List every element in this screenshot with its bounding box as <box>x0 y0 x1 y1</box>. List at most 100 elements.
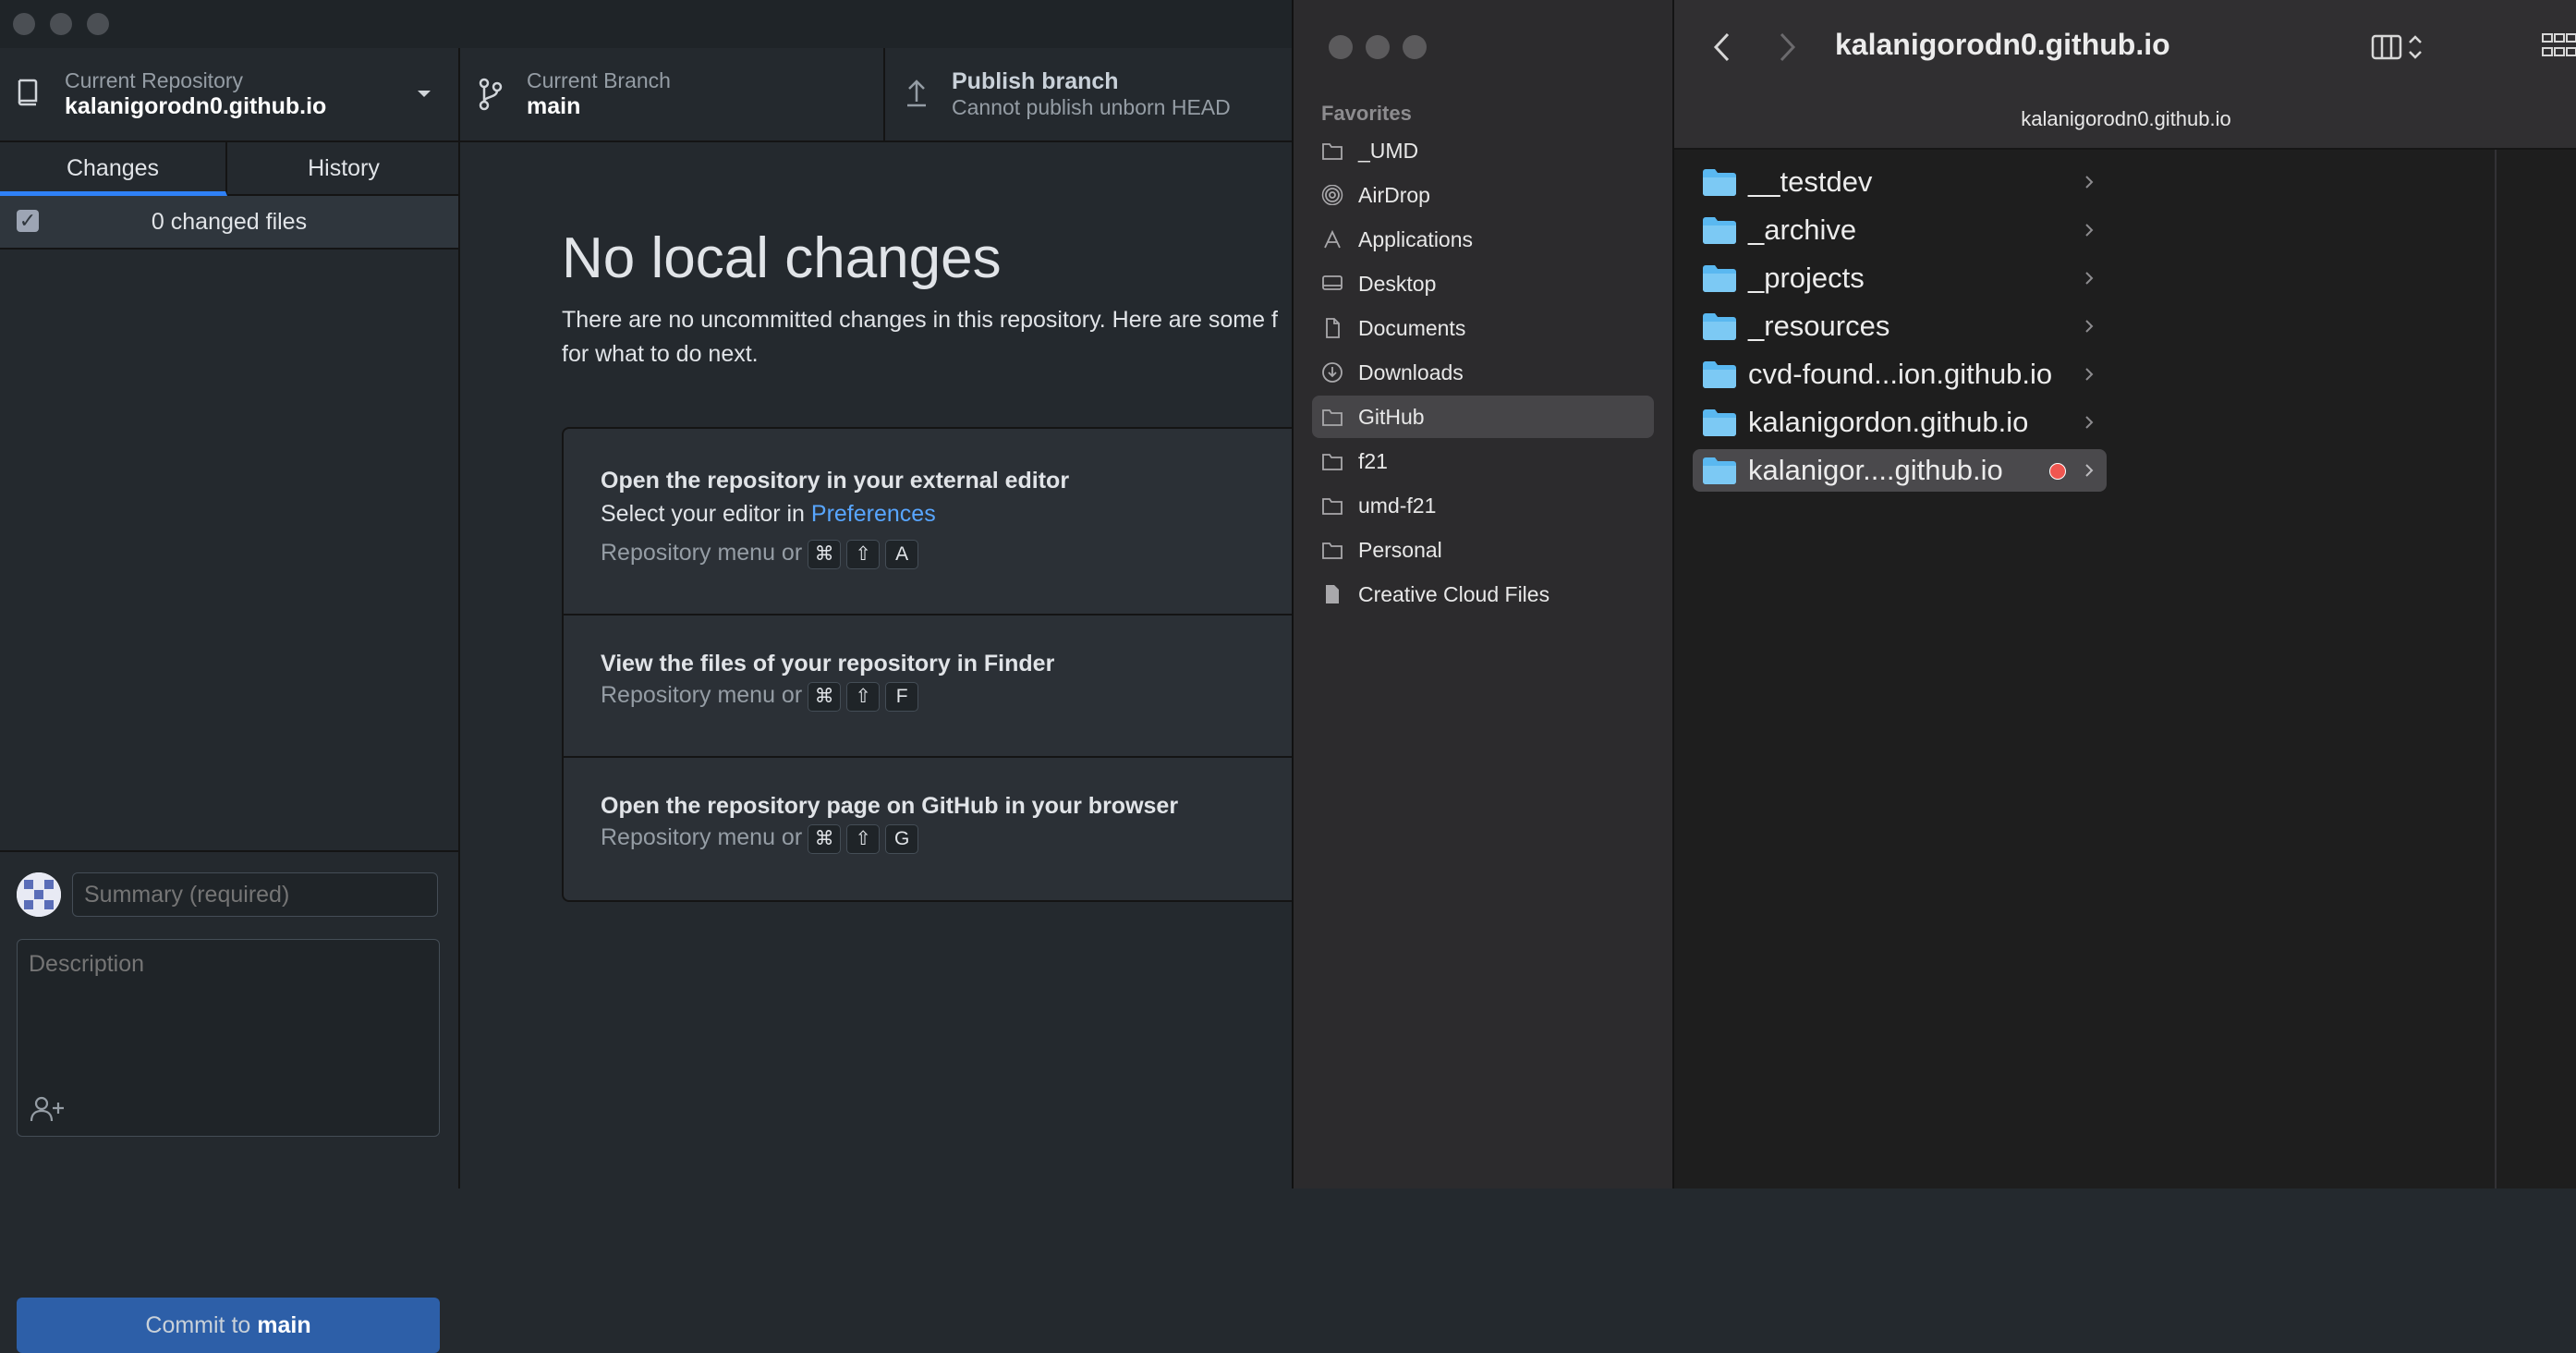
sidebar-item-applications[interactable]: Applications <box>1312 218 1654 261</box>
zoom-window-button[interactable] <box>87 13 109 35</box>
sidebar-item-downloads[interactable]: Downloads <box>1312 351 1654 394</box>
sidebar-item-label: umd-f21 <box>1358 494 1437 518</box>
commit-button-label: Commit to <box>145 1312 251 1338</box>
branch-name: main <box>527 93 581 119</box>
zoom-window-button[interactable] <box>1403 35 1427 59</box>
open-on-github-card[interactable]: Open the repository page on GitHub in yo… <box>564 758 1294 898</box>
shortcut-text: Repository menu or <box>601 540 803 566</box>
folder-name: _resources <box>1748 310 1890 342</box>
toolbar: Current Repository kalanigorodn0.github.… <box>0 48 1294 142</box>
close-window-button[interactable] <box>13 13 35 35</box>
forward-button[interactable] <box>1776 31 1798 63</box>
folder-icon <box>1703 361 1736 388</box>
page-title: No local changes <box>562 226 1002 290</box>
chevron-right-icon <box>2085 272 2094 285</box>
repository-label: Current Repository <box>65 68 244 92</box>
column-view-icon[interactable] <box>2371 31 2426 63</box>
description-box <box>17 939 440 1137</box>
folder-icon <box>1322 143 1343 160</box>
description-input[interactable] <box>18 940 439 1079</box>
letter-key: G <box>885 824 919 854</box>
list-item[interactable]: cvd-found...ion.github.io <box>1693 353 2107 396</box>
commit-button[interactable]: Commit to main <box>17 1298 440 1353</box>
folder-icon <box>1703 409 1736 436</box>
sidebar-item-personal[interactable]: Personal <box>1312 529 1654 571</box>
chevron-right-icon <box>2085 176 2094 189</box>
blank-slate: No local changes There are no uncommitte… <box>460 142 1294 1188</box>
letter-key: F <box>885 682 919 712</box>
finder-sidebar: Favorites _UMD AirDrop Applications Desk… <box>1294 0 1674 1188</box>
commit-button-branch: main <box>257 1312 311 1338</box>
card-subtitle: Select your editor in Preferences <box>601 501 936 528</box>
sidebar-item-label: Personal <box>1358 538 1442 562</box>
sidebar-item-umd[interactable]: _UMD <box>1312 129 1654 172</box>
commit-form: Commit to main <box>0 850 458 1353</box>
sidebar-item-label: Desktop <box>1358 272 1437 296</box>
sidebar-item-github[interactable]: GitHub <box>1312 396 1654 438</box>
folder-name: _projects <box>1748 262 1865 294</box>
close-window-button[interactable] <box>1329 35 1353 59</box>
sidebar-item-label: AirDrop <box>1358 183 1430 207</box>
desktop-icon <box>1322 275 1343 290</box>
list-item[interactable]: __testdev <box>1693 161 2107 203</box>
view-in-finder-card[interactable]: View the files of your repository in Fin… <box>564 616 1294 758</box>
sidebar-item-label: Downloads <box>1358 360 1464 384</box>
minimize-window-button[interactable] <box>1366 35 1390 59</box>
list-item[interactable]: _archive <box>1693 209 2107 251</box>
sidebar-item-airdrop[interactable]: AirDrop <box>1312 174 1654 216</box>
list-item[interactable]: _resources <box>1693 305 2107 347</box>
chevron-right-icon <box>2085 416 2094 429</box>
avatar <box>17 872 61 917</box>
card-shortcut: Repository menu or ⌘ ⇧ G <box>601 824 919 854</box>
minimize-window-button[interactable] <box>50 13 72 35</box>
red-tag-icon <box>2049 463 2066 480</box>
chevron-right-icon <box>2085 368 2094 381</box>
list-item[interactable]: kalanigordon.github.io <box>1693 401 2107 444</box>
repository-selector[interactable]: Current Repository kalanigorodn0.github.… <box>0 48 460 140</box>
folder-name: cvd-found...ion.github.io <box>1748 358 2053 390</box>
list-item[interactable]: _projects <box>1693 257 2107 299</box>
command-key-icon: ⌘ <box>808 682 842 712</box>
folder-icon <box>1322 542 1343 559</box>
branch-icon <box>479 78 503 111</box>
card-shortcut: Repository menu or ⌘ ⇧ F <box>601 682 919 712</box>
sidebar-item-creative-cloud-files[interactable]: Creative Cloud Files <box>1312 573 1654 616</box>
sidebar-item-f21[interactable]: f21 <box>1312 440 1654 482</box>
branch-label: Current Branch <box>527 68 671 92</box>
open-editor-card[interactable]: Open the repository in your external edi… <box>564 429 1294 616</box>
upload-icon <box>907 79 926 107</box>
chevron-down-icon <box>418 91 431 97</box>
tab-changes[interactable]: Changes <box>0 142 227 196</box>
sidebar-item-documents[interactable]: Documents <box>1312 307 1654 349</box>
download-icon <box>1322 362 1343 383</box>
branch-selector[interactable]: Current Branch main <box>460 48 885 140</box>
command-key-icon: ⌘ <box>808 824 842 854</box>
back-button[interactable] <box>1711 31 1733 63</box>
favorites-heading: Favorites <box>1321 102 1412 125</box>
shift-key-icon: ⇧ <box>846 682 881 712</box>
sidebar-item-desktop[interactable]: Desktop <box>1312 262 1654 305</box>
shift-key-icon: ⇧ <box>846 824 881 854</box>
airdrop-icon <box>1321 185 1343 205</box>
add-coauthor-icon[interactable] <box>29 1093 66 1125</box>
chevron-right-icon <box>2085 464 2094 477</box>
document-icon <box>1326 318 1340 338</box>
shortcut-text: Repository menu or <box>601 824 803 850</box>
preferences-link[interactable]: Preferences <box>811 501 936 527</box>
summary-input[interactable] <box>72 872 438 917</box>
list-item[interactable]: kalanigor....github.io <box>1693 449 2107 492</box>
repository-name: kalanigorodn0.github.io <box>65 93 327 119</box>
sidebar-item-label: Creative Cloud Files <box>1358 582 1550 606</box>
column-divider[interactable] <box>2495 150 2497 1188</box>
blank-slate-description-line: for what to do next. <box>562 341 759 367</box>
folder-icon <box>1322 454 1343 470</box>
sidebar-item-umd-f21[interactable]: umd-f21 <box>1312 484 1654 527</box>
publish-branch-button[interactable]: Publish branch Cannot publish unborn HEA… <box>885 48 1294 140</box>
tab-history[interactable]: History <box>229 142 458 194</box>
identicon-icon <box>17 872 61 917</box>
group-icon[interactable] <box>2539 30 2576 61</box>
blank-slate-description-line: There are no uncommitted changes in this… <box>562 307 1278 333</box>
sidebar-item-label: GitHub <box>1358 405 1425 429</box>
repo-icon <box>18 79 38 106</box>
blank-slate-description: There are no uncommitted changes in this… <box>562 303 1294 372</box>
